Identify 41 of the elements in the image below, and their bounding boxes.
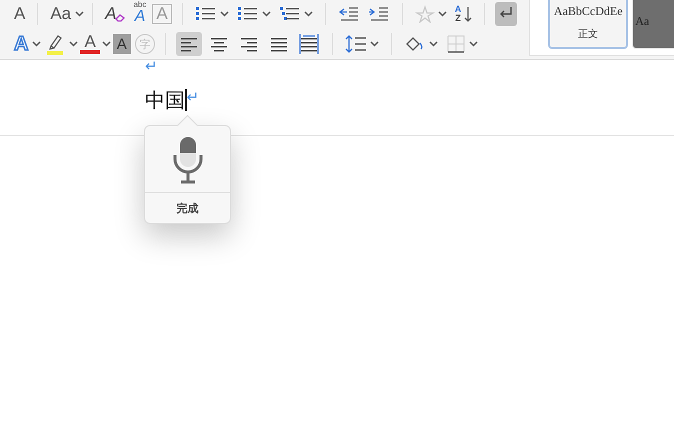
caret-icon <box>304 11 313 17</box>
grow-font-button[interactable]: A <box>12 2 28 26</box>
caret-icon <box>102 41 111 47</box>
style-preview: Aa <box>635 14 650 29</box>
style-name: 正文 <box>578 28 598 41</box>
sort-button[interactable]: A Z <box>452 2 474 26</box>
caret-icon <box>438 11 447 17</box>
caret-icon <box>69 41 78 47</box>
character-shading-button[interactable]: A <box>112 34 131 54</box>
done-button[interactable]: 完成 <box>145 193 230 223</box>
caret-icon <box>370 41 379 47</box>
phonetic-guide-button[interactable]: abc A <box>131 1 148 27</box>
down-arrow-icon <box>464 5 472 23</box>
paragraph-marks-button[interactable] <box>495 2 518 26</box>
eraser-icon <box>115 14 126 22</box>
star-icon <box>414 5 435 23</box>
clear-formatting-button[interactable]: A <box>103 2 128 26</box>
caret-icon <box>75 11 84 17</box>
multilevel-list-icon <box>278 5 301 23</box>
caret-icon <box>428 41 438 47</box>
style-item[interactable]: AaBbCcDdEe 正文 <box>548 0 628 49</box>
numbered-list-icon <box>236 5 259 23</box>
caret-icon <box>220 11 229 17</box>
font-color-button[interactable]: A <box>80 34 100 54</box>
caret-icon <box>468 41 478 47</box>
paragraph-mark: ↵ <box>186 90 200 106</box>
microphone-icon <box>170 135 204 185</box>
paragraph-mark: ↵ <box>145 59 158 75</box>
borders-icon <box>446 34 466 54</box>
distributed-align-icon <box>296 33 321 55</box>
change-case-button[interactable]: Aa <box>48 2 74 26</box>
increase-indent-icon <box>368 5 390 23</box>
caret-icon <box>262 11 271 17</box>
decrease-indent-icon <box>338 5 360 23</box>
line-spacing-icon <box>344 34 367 54</box>
bullet-list-icon <box>194 5 217 23</box>
style-preview: AaBbCcDdEe <box>554 4 623 19</box>
caret-icon <box>32 41 42 47</box>
paragraph-text: 中国 <box>145 88 185 112</box>
align-left-button[interactable] <box>176 32 202 56</box>
highlighter-icon <box>45 33 66 55</box>
